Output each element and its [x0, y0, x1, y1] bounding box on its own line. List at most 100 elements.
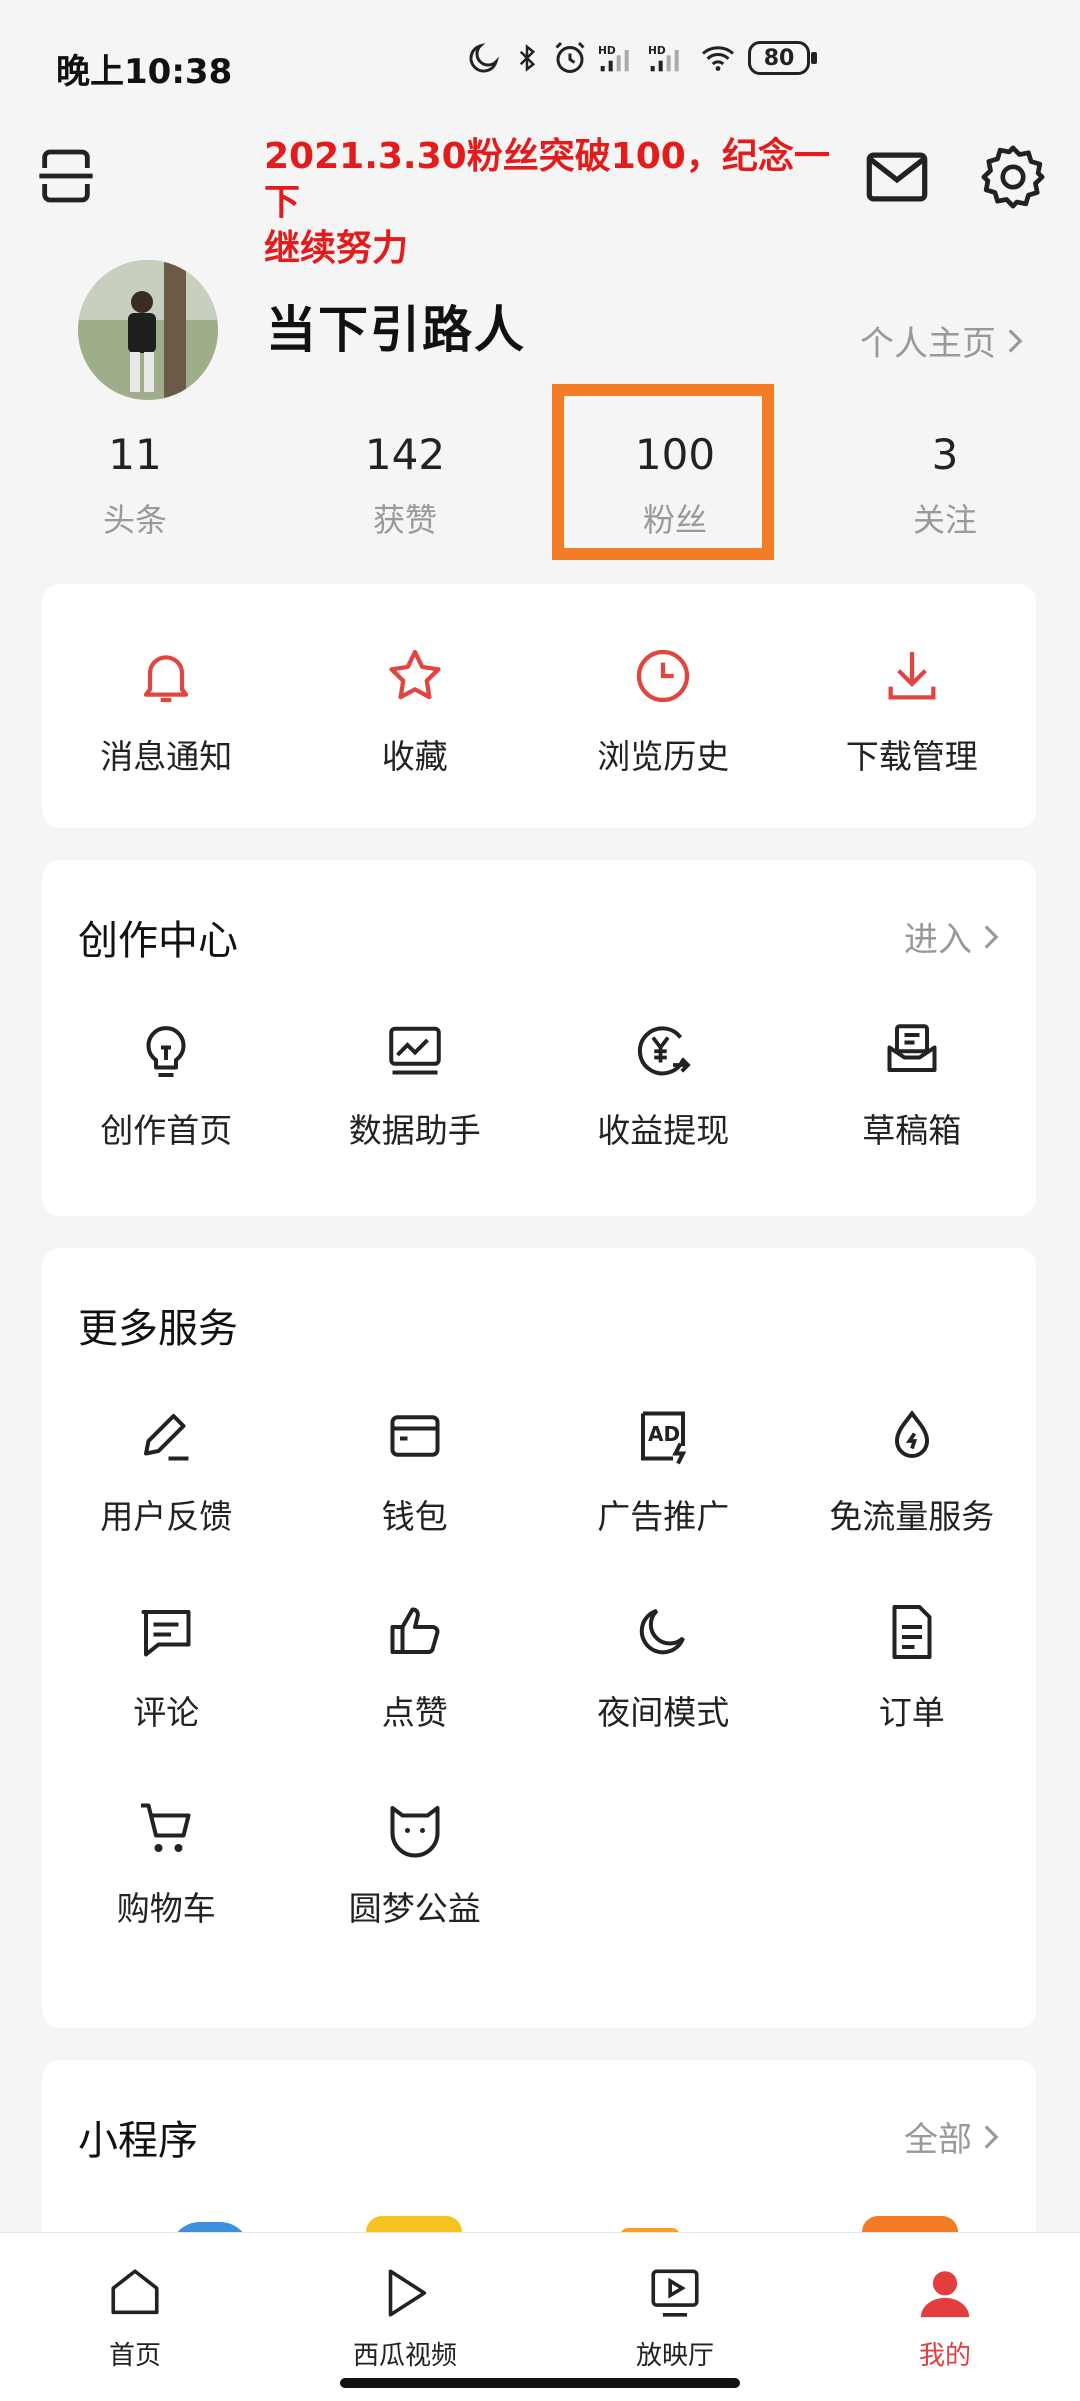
tab-xigua-video[interactable]: 西瓜视频	[270, 2233, 540, 2401]
personal-homepage-link[interactable]: 个人主页	[860, 316, 1024, 365]
star-icon	[389, 649, 441, 700]
status-bar: 晚上10:38 HD HD 80	[0, 0, 1080, 120]
wallet-icon	[390, 1415, 440, 1457]
bottom-tab-bar: 首页 西瓜视频 放映厅 我的	[0, 2232, 1080, 2401]
creator-center-enter-link[interactable]: 进入	[904, 912, 1000, 961]
home-indicator	[340, 2378, 740, 2388]
scan-icon[interactable]	[34, 144, 98, 208]
draft-box-icon	[887, 1024, 937, 1072]
person-icon	[920, 2271, 970, 2318]
draft-box[interactable]: 草稿箱	[788, 1010, 1037, 1152]
service-label: 钱包	[381, 1497, 448, 1536]
more-services-title: 更多服务	[78, 1306, 238, 1352]
charity[interactable]: 圆梦公益	[291, 1788, 540, 1930]
svg-text:HD: HD	[648, 44, 666, 57]
service-label: 评论	[133, 1693, 200, 1732]
quick-action-favorites[interactable]: 收藏	[291, 636, 540, 778]
moon-icon	[640, 1608, 686, 1655]
service-label: 点赞	[381, 1693, 448, 1732]
drop-icon	[894, 1410, 929, 1458]
tab-label: 放映厅	[635, 2341, 714, 2371]
data-assistant[interactable]: 数据助手	[291, 1010, 540, 1152]
stat-value: 3	[931, 430, 959, 479]
thumb-up-icon	[390, 1607, 440, 1655]
yen-icon	[638, 1026, 691, 1076]
quick-action-history[interactable]: 浏览历史	[539, 636, 788, 778]
night-mode[interactable]: 夜间模式	[539, 1592, 788, 1734]
quick-action-label: 下载管理	[845, 737, 978, 776]
creator-item-label: 草稿箱	[862, 1111, 962, 1150]
shopping-cart[interactable]: 购物车	[42, 1788, 291, 1930]
service-label: 圆梦公益	[348, 1889, 481, 1928]
annotation-text: 2021.3.30粉丝突破100，纪念一下 继续努力	[264, 134, 854, 272]
stat-value: 11	[108, 430, 162, 479]
creator-home[interactable]: 创作首页	[42, 1010, 291, 1152]
avatar[interactable]	[78, 260, 218, 400]
tab-cinema[interactable]: 放映厅	[540, 2233, 810, 2401]
comments[interactable]: 评论	[42, 1592, 291, 1734]
user-feedback[interactable]: 用户反馈	[42, 1396, 291, 1538]
stat-likes[interactable]: 142 获赞	[270, 420, 540, 560]
ad-icon: AD	[641, 1411, 687, 1465]
service-label: 购物车	[116, 1889, 216, 1928]
enter-label: 进入	[904, 920, 972, 960]
tab-home[interactable]: 首页	[0, 2233, 270, 2401]
service-label: 免流量服务	[829, 1497, 995, 1536]
comment-icon	[141, 1610, 191, 1657]
stat-headlines[interactable]: 11 头条	[0, 420, 270, 560]
status-icons: HD HD 80	[466, 40, 817, 76]
fans-highlight-box	[552, 384, 774, 560]
creator-item-label: 数据助手	[348, 1111, 481, 1150]
wallet[interactable]: 钱包	[291, 1396, 540, 1538]
quick-action-label: 收藏	[381, 737, 448, 776]
tab-mine[interactable]: 我的	[810, 2233, 1080, 2401]
alarm-icon	[555, 41, 585, 73]
quick-action-notifications[interactable]: 消息通知	[42, 636, 291, 778]
cart-icon	[141, 1803, 191, 1852]
ad-promotion[interactable]: AD 广告推广	[539, 1396, 788, 1538]
creator-center-title: 创作中心	[78, 918, 238, 964]
chevron-right-icon	[984, 2124, 999, 2149]
stat-value: 142	[364, 430, 446, 479]
service-label: 订单	[878, 1693, 945, 1732]
likes[interactable]: 点赞	[291, 1592, 540, 1734]
quick-actions-card: 消息通知 收藏 浏览历史 下载管理	[42, 584, 1036, 828]
orders[interactable]: 订单	[788, 1592, 1037, 1734]
moon-status-icon	[469, 42, 500, 73]
gear-icon[interactable]	[978, 142, 1048, 212]
mini-programs-all-link[interactable]: 全部	[904, 2112, 1000, 2161]
tab-label: 我的	[918, 2341, 971, 2371]
homepage-link-label: 个人主页	[860, 324, 996, 364]
svg-text:HD: HD	[598, 44, 616, 57]
mail-icon[interactable]	[862, 142, 932, 212]
download-icon	[888, 652, 936, 700]
stat-label: 获赞	[372, 501, 437, 539]
stat-following[interactable]: 3 关注	[810, 420, 1080, 560]
stats-row: 11 头条 142 获赞 100 粉丝 3 关注	[0, 420, 1080, 560]
free-data-service[interactable]: 免流量服务	[788, 1396, 1037, 1538]
cat-face-icon	[390, 1806, 440, 1858]
top-bar: 2021.3.30粉丝突破100，纪念一下 继续努力	[0, 120, 1080, 269]
document-icon	[892, 1605, 932, 1659]
chevron-right-icon	[984, 924, 999, 949]
bell-icon	[144, 655, 189, 703]
lightbulb-icon	[146, 1026, 186, 1077]
signal-icon: HD	[598, 44, 629, 72]
quick-action-downloads[interactable]: 下载管理	[788, 636, 1037, 778]
bluetooth-icon	[519, 44, 536, 72]
play-icon	[388, 2269, 427, 2317]
creator-item-label: 收益提现	[597, 1111, 730, 1150]
clock-icon	[637, 649, 690, 703]
tv-icon	[651, 2269, 699, 2317]
chevron-right-icon	[1008, 328, 1023, 353]
mini-programs-title: 小程序	[78, 2118, 198, 2164]
status-time: 晚上10:38	[56, 52, 233, 92]
more-services-card: 更多服务 用户反馈 钱包 AD 广告推广 免流量服务 评论 点赞 夜间模式 订单…	[42, 1248, 1036, 2028]
signal-icon-2: HD	[648, 44, 679, 72]
svg-text:AD: AD	[648, 1422, 680, 1446]
tab-label: 首页	[108, 2341, 161, 2371]
stat-label: 关注	[912, 501, 977, 539]
battery-indicator: 80	[748, 41, 817, 75]
earnings-withdraw[interactable]: 收益提现	[539, 1010, 788, 1152]
home-icon	[111, 2269, 159, 2315]
